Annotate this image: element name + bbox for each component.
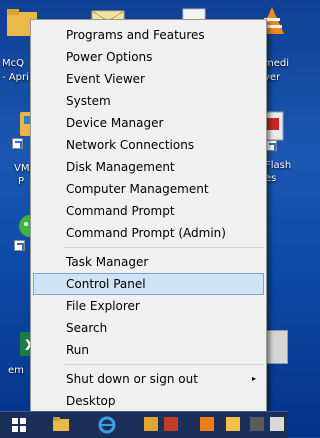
menu-item-control-panel[interactable]: Control Panel xyxy=(33,273,264,295)
desktop-icon-right[interactable] xyxy=(266,330,288,364)
menu-item-run[interactable]: Run xyxy=(33,339,264,361)
menu-item-file-explorer[interactable]: File Explorer xyxy=(33,295,264,317)
menu-item-power-options[interactable]: Power Options xyxy=(33,46,264,68)
app-icon xyxy=(226,417,240,431)
shortcut-arrow-icon xyxy=(14,240,25,251)
shortcut-arrow-icon xyxy=(12,138,23,149)
desktop-icon-label: McQ xyxy=(2,58,24,69)
menu-item-network-connections[interactable]: Network Connections xyxy=(33,134,264,156)
shortcut-arrow-icon xyxy=(266,140,277,151)
taskbar-file-explorer[interactable] xyxy=(50,414,74,436)
menu-separator xyxy=(63,364,264,365)
winx-context-menu: Programs and Features Power Options Even… xyxy=(30,19,267,414)
desktop-icon-label: P xyxy=(18,176,25,187)
app-icon xyxy=(200,417,214,431)
app-icon xyxy=(164,417,178,431)
windows-logo-icon[interactable] xyxy=(12,418,26,432)
menu-item-command-prompt[interactable]: Command Prompt xyxy=(33,200,264,222)
desktop-icon-label: medi xyxy=(264,58,290,69)
taskbar-app[interactable] xyxy=(222,414,246,436)
desktop-icon-label: - Apri xyxy=(2,72,29,83)
menu-item-command-prompt-admin[interactable]: Command Prompt (Admin) xyxy=(33,222,264,244)
desktop-icon-label: VM xyxy=(14,163,30,174)
taskbar-app[interactable] xyxy=(160,414,184,436)
menu-item-task-manager[interactable]: Task Manager xyxy=(33,251,264,273)
menu-item-disk-management[interactable]: Disk Management xyxy=(33,156,264,178)
menu-item-shutdown-signout[interactable]: Shut down or sign out ▸ xyxy=(33,368,264,390)
menu-item-computer-management[interactable]: Computer Management xyxy=(33,178,264,200)
submenu-arrow-icon: ▸ xyxy=(251,374,256,383)
menu-separator xyxy=(63,247,264,248)
app-icon xyxy=(144,417,158,431)
app-icon xyxy=(270,417,284,431)
taskbar xyxy=(0,411,288,438)
menu-item-programs-features[interactable]: Programs and Features xyxy=(33,24,264,46)
desktop-icon-label: em xyxy=(8,365,24,376)
taskbar-app[interactable] xyxy=(266,414,290,436)
app-icon xyxy=(250,417,264,431)
menu-item-desktop[interactable]: Desktop xyxy=(33,390,264,412)
internet-explorer-icon xyxy=(98,416,116,434)
desktop-icon-label: Flash xyxy=(265,160,292,171)
file-explorer-icon xyxy=(53,417,69,431)
taskbar-internet-explorer[interactable] xyxy=(96,414,120,436)
menu-item-device-manager[interactable]: Device Manager xyxy=(33,112,264,134)
taskbar-app[interactable] xyxy=(196,414,220,436)
menu-item-event-viewer[interactable]: Event Viewer xyxy=(33,68,264,90)
menu-item-system[interactable]: System xyxy=(33,90,264,112)
menu-item-search[interactable]: Search xyxy=(33,317,264,339)
